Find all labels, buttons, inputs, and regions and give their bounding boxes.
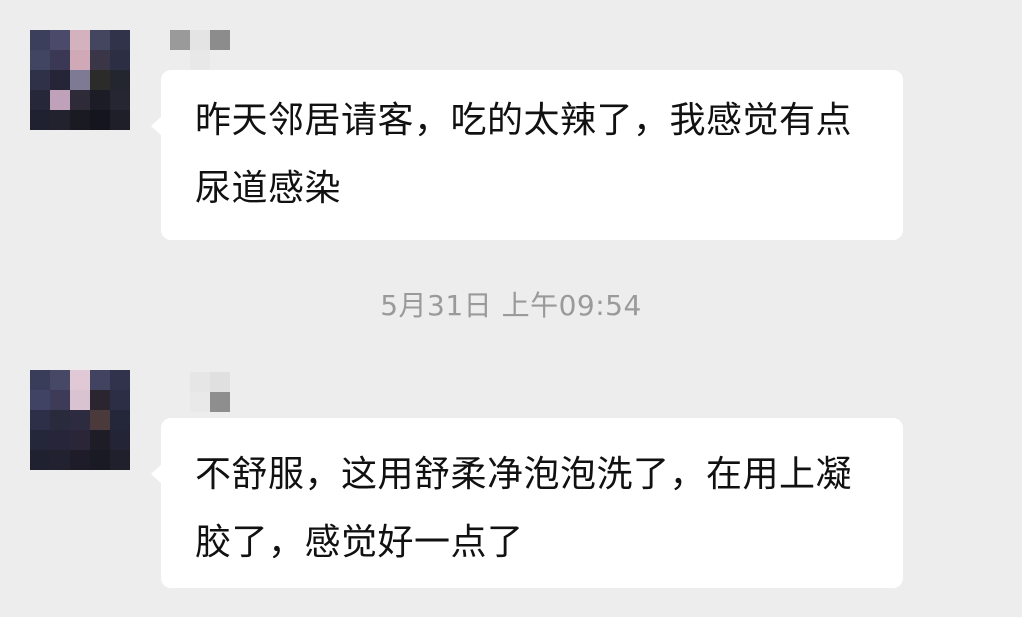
- sender-name-blurred: [170, 372, 240, 412]
- chat-history: 昨天邻居请客，吃的太辣了，我感觉有点尿道感染 5月31日 上午09:54 不舒服…: [0, 0, 1022, 617]
- timestamp: 5月31日 上午09:54: [380, 289, 642, 322]
- message-text: 昨天邻居请客，吃的太辣了，我感觉有点尿道感染: [195, 100, 853, 209]
- message-bubble[interactable]: 不舒服，这用舒柔净泡泡洗了，在用上凝胶了，感觉好一点了: [151, 418, 903, 588]
- avatar[interactable]: [30, 30, 130, 130]
- sender-name-blurred: [170, 30, 240, 70]
- message-bubble[interactable]: 昨天邻居请客，吃的太辣了，我感觉有点尿道感染: [151, 70, 903, 240]
- message-text: 不舒服，这用舒柔净泡泡洗了，在用上凝胶了，感觉好一点了: [195, 454, 853, 563]
- avatar[interactable]: [30, 370, 130, 470]
